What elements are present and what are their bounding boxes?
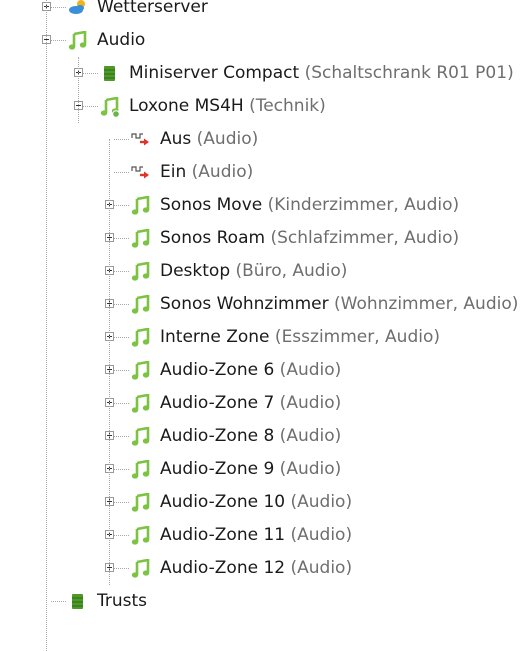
tree-node-label: Desktop (Büro, Audio): [160, 260, 347, 282]
node-location: (Audio): [274, 459, 342, 479]
tree-node-label: Wetterserver: [97, 0, 208, 18]
node-location: (Technik): [243, 96, 326, 116]
tree-node[interactable]: Audio-Zone 12 (Audio): [0, 552, 528, 585]
tree-node[interactable]: Audio: [0, 24, 528, 57]
music-note-icon: [131, 460, 151, 480]
tree-node[interactable]: Sonos Move (Kinderzimmer, Audio): [0, 189, 528, 222]
tree-node-label: Audio-Zone 12 (Audio): [160, 557, 352, 579]
tree-node[interactable]: Sonos Wohnzimmer (Wohnzimmer, Audio): [0, 288, 528, 321]
tree-guide-line: [109, 139, 110, 585]
node-name: Sonos Move: [160, 195, 263, 215]
tree-node[interactable]: Audio-Zone 8 (Audio): [0, 420, 528, 453]
tree-node[interactable]: Audio-Zone 9 (Audio): [0, 453, 528, 486]
node-location: (Audio): [274, 393, 342, 413]
music-note-icon: [131, 559, 151, 579]
node-location: (Büro, Audio): [230, 261, 348, 281]
node-location: (Audio): [274, 426, 342, 446]
tree-node-label: Audio-Zone 6 (Audio): [160, 359, 341, 381]
tree-node-label: Trusts: [97, 590, 147, 612]
tree-guide-line: [46, 0, 47, 651]
tree-node-label: Ein (Audio): [160, 161, 253, 183]
tree-node[interactable]: Audio-Zone 10 (Audio): [0, 486, 528, 519]
music-note-icon: [131, 427, 151, 447]
tree-node-label: Aus (Audio): [160, 128, 258, 150]
node-location: (Audio): [285, 525, 353, 545]
node-name: Audio-Zone 7: [160, 393, 275, 413]
music-note-icon: [131, 229, 151, 249]
node-location: (Wohnzimmer, Audio): [328, 294, 519, 314]
music-note-icon: [131, 295, 151, 315]
node-name: Audio-Zone 11: [160, 525, 286, 545]
node-name: Trusts: [97, 591, 148, 611]
music-note-icon: [131, 493, 151, 513]
music-note-icon: [131, 526, 151, 546]
tree-node-label: Audio-Zone 10 (Audio): [160, 491, 352, 513]
tree-node[interactable]: Loxone MS4H (Technik): [0, 90, 528, 123]
node-location: (Audio): [285, 492, 353, 512]
node-name: Sonos Roam: [160, 228, 266, 248]
node-name: Audio-Zone 6: [160, 360, 275, 380]
node-location: (Audio): [285, 558, 353, 578]
node-name: Sonos Wohnzimmer: [160, 294, 329, 314]
tree-node[interactable]: Ein (Audio): [0, 156, 528, 189]
tree-node[interactable]: Aus (Audio): [0, 123, 528, 156]
node-location: (Schlafzimmer, Audio): [265, 228, 460, 248]
music-note-icon: [68, 31, 88, 51]
tree-node[interactable]: Interne Zone (Esszimmer, Audio): [0, 321, 528, 354]
tree-node-label: Audio-Zone 9 (Audio): [160, 458, 341, 480]
node-location: (Audio): [191, 129, 259, 149]
tree-node[interactable]: Desktop (Büro, Audio): [0, 255, 528, 288]
tree-guide-line: [78, 57, 79, 123]
tree-node[interactable]: Trusts: [0, 585, 528, 618]
node-name: Loxone MS4H: [129, 96, 244, 116]
tree-node[interactable]: Wetterserver: [0, 0, 528, 24]
node-name: Desktop: [160, 261, 231, 281]
node-name: Audio-Zone 9: [160, 459, 275, 479]
tree-node-label: Loxone MS4H (Technik): [129, 95, 326, 117]
tree-node-label: Sonos Move (Kinderzimmer, Audio): [160, 194, 459, 216]
tree-node-label: Audio-Zone 8 (Audio): [160, 425, 341, 447]
music-note-online-icon: [100, 97, 120, 117]
tree-node-label: Miniserver Compact (Schaltschrank R01 P0…: [129, 62, 514, 84]
node-location: (Audio): [186, 162, 254, 182]
node-location: (Schaltschrank R01 P01): [299, 63, 514, 83]
tree-node[interactable]: Audio-Zone 6 (Audio): [0, 354, 528, 387]
miniserver-icon: [100, 64, 120, 84]
node-location: (Esszimmer, Audio): [269, 327, 440, 347]
tree-node[interactable]: Miniserver Compact (Schaltschrank R01 P0…: [0, 57, 528, 90]
tree-view: Wetterserver Audio Miniserver Compact (Sch…: [0, 0, 528, 651]
tree-node-label: Audio: [97, 29, 145, 51]
node-name: Aus: [160, 129, 192, 149]
node-location: (Audio): [274, 360, 342, 380]
tree-node-label: Audio-Zone 11 (Audio): [160, 524, 352, 546]
tree-node-label: Interne Zone (Esszimmer, Audio): [160, 326, 440, 348]
tree-node-label: Audio-Zone 7 (Audio): [160, 392, 341, 414]
miniserver-icon: [68, 592, 88, 612]
weather-icon: [68, 0, 88, 18]
music-note-icon: [131, 394, 151, 414]
tree-node[interactable]: Sonos Roam (Schlafzimmer, Audio): [0, 222, 528, 255]
node-location: (Kinderzimmer, Audio): [262, 195, 460, 215]
node-name: Audio-Zone 10: [160, 492, 286, 512]
digital-output-icon: [131, 130, 151, 150]
node-name: Interne Zone: [160, 327, 270, 347]
tree-node-label: Sonos Wohnzimmer (Wohnzimmer, Audio): [160, 293, 518, 315]
music-note-icon: [131, 328, 151, 348]
node-name: Audio-Zone 8: [160, 426, 275, 446]
tree-node[interactable]: Audio-Zone 7 (Audio): [0, 387, 528, 420]
digital-output-icon: [131, 163, 151, 183]
node-name: Audio: [97, 30, 146, 50]
node-name: Ein: [160, 162, 187, 182]
node-name: Miniserver Compact: [129, 63, 300, 83]
music-note-icon: [131, 361, 151, 381]
node-name: Wetterserver: [97, 0, 208, 17]
music-note-icon: [131, 196, 151, 216]
music-note-icon: [131, 262, 151, 282]
tree-node-label: Sonos Roam (Schlafzimmer, Audio): [160, 227, 459, 249]
tree-node[interactable]: Audio-Zone 11 (Audio): [0, 519, 528, 552]
node-name: Audio-Zone 12: [160, 558, 286, 578]
